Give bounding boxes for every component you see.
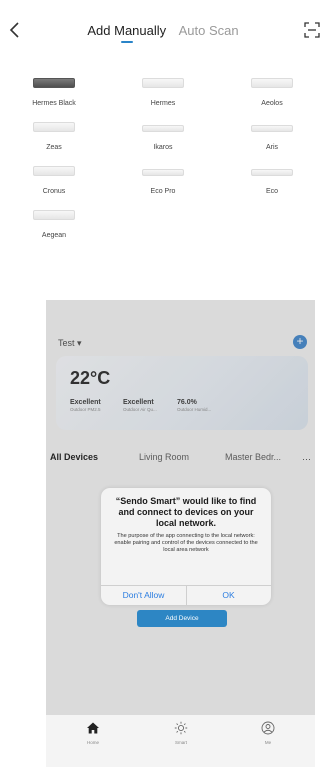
dialog-message: The purpose of the app connecting to the… (114, 533, 258, 553)
model-item[interactable]: Eco (218, 166, 326, 195)
model-name: Aris (265, 144, 279, 151)
scan-icon[interactable] (304, 22, 320, 38)
tab-auto-scan[interactable]: Auto Scan (179, 23, 239, 38)
model-name: Eco (265, 188, 279, 195)
home-icon (87, 722, 99, 734)
ac-unit-image (251, 78, 293, 88)
nav-item-me[interactable]: Me (248, 721, 288, 745)
ac-unit-image (33, 78, 75, 88)
ac-unit-image (33, 166, 75, 176)
home-screen: Test ▾ + 22°C Excellent Outdoor PM2.5 Ex… (46, 300, 315, 767)
nav-item-smart[interactable]: Smart (161, 721, 201, 745)
ac-unit-image (33, 122, 75, 132)
add-device-button[interactable]: Add Device (137, 610, 227, 627)
model-item[interactable]: Aeolos (218, 78, 326, 107)
screenshot-root: Add Manually Auto Scan Hermes Black Herm… (0, 0, 326, 767)
ac-unit-image (142, 125, 184, 132)
bottom-nav: Home Smart Me (46, 715, 315, 767)
model-name: Aeolos (261, 100, 283, 107)
nav-label: Me (264, 740, 272, 745)
model-item[interactable]: Cronus (0, 166, 108, 195)
tab-add-manually[interactable]: Add Manually (87, 23, 166, 38)
mode-tabs: Add Manually Auto Scan (0, 22, 326, 40)
model-name: Cronus (42, 188, 66, 195)
profile-icon (261, 721, 275, 735)
nav-label: Home (86, 740, 99, 745)
model-item[interactable]: Hermes (109, 78, 217, 107)
active-tab-indicator (121, 41, 133, 43)
model-name: Ikaros (153, 144, 173, 151)
model-name: Hermes Black (32, 100, 76, 107)
model-item[interactable]: Ikaros (109, 122, 217, 151)
nav-item-home[interactable]: Home (73, 721, 113, 745)
model-name: Zeas (46, 144, 62, 151)
nav-label: Smart (174, 740, 187, 745)
dont-allow-button[interactable]: Don't Allow (101, 586, 186, 605)
ac-unit-image (33, 210, 75, 220)
ac-unit-image (142, 169, 184, 176)
model-item[interactable]: Zeas (0, 122, 108, 151)
model-item[interactable]: Eco Pro (109, 166, 217, 195)
ac-unit-image (251, 169, 293, 176)
ok-button[interactable]: OK (186, 586, 271, 605)
ac-unit-image (142, 78, 184, 88)
local-network-permission-dialog: “Sendo Smart” would like to find and con… (101, 488, 271, 605)
ac-unit-image (251, 125, 293, 132)
model-name: Eco Pro (150, 188, 176, 195)
dialog-title: “Sendo Smart” would like to find and con… (115, 496, 257, 528)
model-name: Aegean (41, 232, 67, 239)
sun-icon (174, 721, 188, 735)
model-name: Hermes (150, 100, 176, 107)
add-device-screen: Add Manually Auto Scan Hermes Black Herm… (0, 0, 326, 300)
model-item[interactable]: Hermes Black (0, 78, 108, 107)
model-item[interactable]: Aegean (0, 210, 108, 239)
model-item[interactable]: Aris (218, 122, 326, 151)
